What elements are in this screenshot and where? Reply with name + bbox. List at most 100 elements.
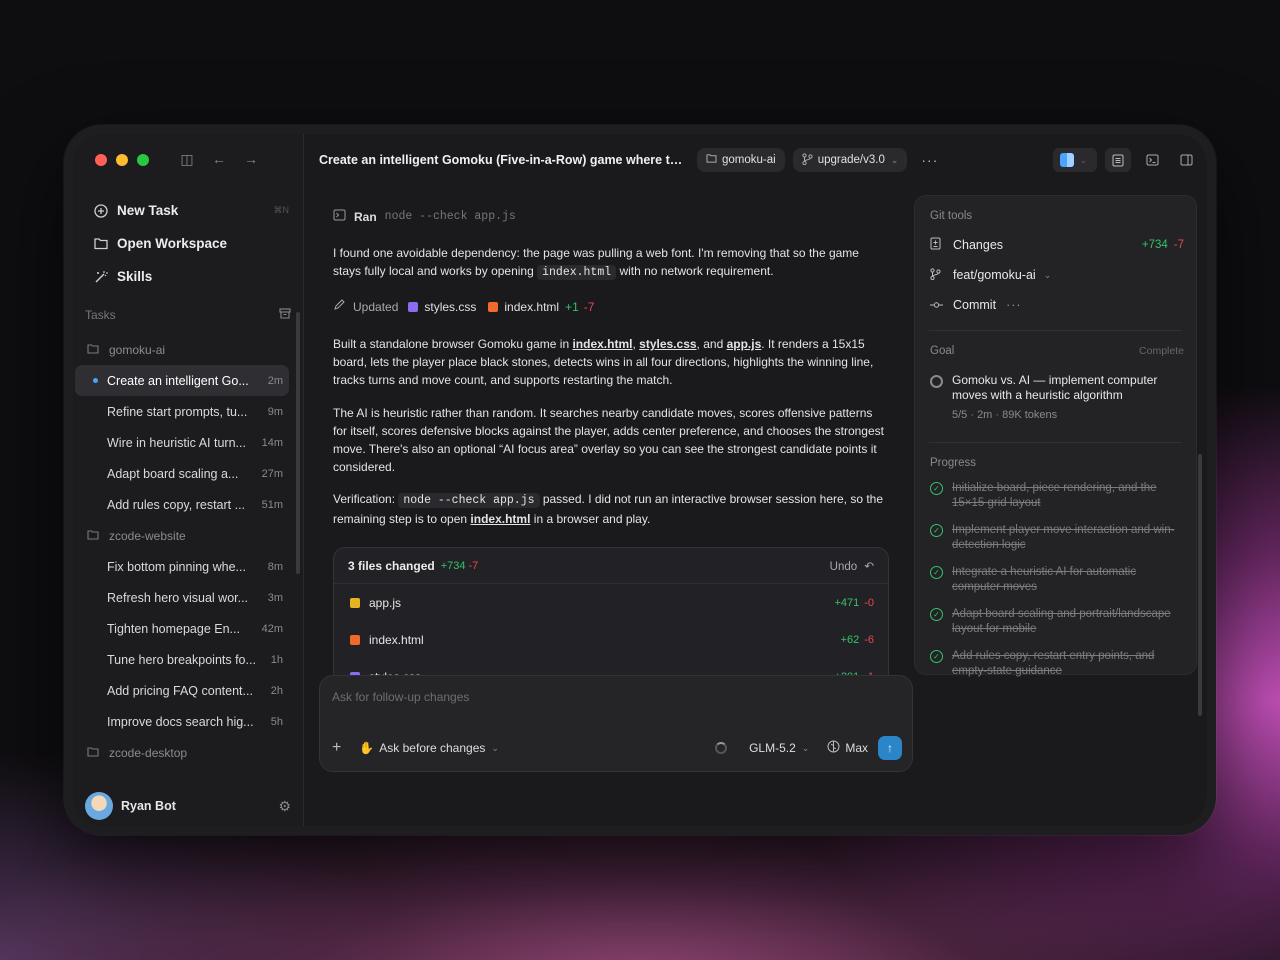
attach-plus-icon[interactable]: +	[332, 739, 341, 757]
finder-icon	[1060, 153, 1074, 167]
lines-deleted: -7	[583, 299, 595, 314]
task-time: 9m	[267, 405, 283, 418]
sidebar-nav: New Task ⌘N Open Workspace Skills	[83, 194, 293, 293]
top-right-tools: ⌄	[1053, 148, 1199, 172]
task-item[interactable]: Improve docs search hig... 5h	[75, 706, 289, 737]
new-task-button[interactable]: New Task ⌘N	[83, 194, 293, 227]
inline-code: node --check app.js	[398, 493, 540, 508]
task-item[interactable]: Wire in heuristic AI turn... 14m	[75, 427, 289, 458]
pencil-icon	[333, 299, 345, 314]
minimize-window-button[interactable]	[116, 154, 128, 166]
file-link[interactable]: index.html	[470, 512, 530, 526]
task-item[interactable]: Tighten homepage En... 42m	[75, 613, 289, 644]
document-panel-icon[interactable]	[1105, 148, 1131, 172]
composer: Ask for follow-up changes + ✋ Ask before…	[319, 675, 913, 772]
follow-up-input[interactable]: Ask for follow-up changes	[332, 690, 469, 704]
task-item[interactable]: Add pricing FAQ content... 2h	[75, 675, 289, 706]
file-link[interactable]: index.html	[572, 337, 632, 351]
goal-item: Gomoku vs. AI — implement computer moves…	[930, 373, 1184, 421]
tasks-label: Tasks	[85, 308, 116, 322]
user-name: Ryan Bot	[121, 799, 176, 813]
task-title: Refresh hero visual wor...	[107, 590, 249, 605]
task-time: 1h	[270, 653, 283, 666]
more-options-icon[interactable]: ···	[921, 152, 938, 168]
task-item[interactable]: Adapt board scaling a... 27m	[75, 458, 289, 489]
main-scrollbar[interactable]	[1198, 454, 1202, 716]
task-item[interactable]: Fix bottom pinning whe... 8m	[75, 551, 289, 582]
message-paragraph-3: The AI is heuristic rather than random. …	[333, 406, 884, 474]
progress-text: Adapt board scaling and portrait/landsca…	[952, 608, 1171, 635]
effort-selector[interactable]: Max	[827, 740, 868, 756]
lines-deleted: -7	[468, 559, 479, 572]
changed-file-row[interactable]: index.html +62 -6	[334, 621, 888, 658]
composer-toolbar: + ✋ Ask before changes ⌄ GLM-5.2 ⌄ Max ↑	[332, 735, 902, 761]
folder-icon	[706, 154, 717, 166]
js-file-icon	[350, 597, 360, 608]
task-item[interactable]: Tune hero breakpoints fo... 1h	[75, 644, 289, 675]
message-paragraph-4: Verification: node --check app.js passed…	[333, 490, 888, 528]
user-profile[interactable]: Ryan Bot ⚙	[85, 792, 291, 820]
mode-selector[interactable]: ✋ Ask before changes ⌄	[359, 741, 499, 755]
sidebar-scrollbar[interactable]	[296, 312, 300, 574]
workspace-chip[interactable]: gomoku-ai	[697, 148, 785, 172]
file-name: index.html	[369, 632, 424, 647]
html-file-icon	[350, 634, 360, 645]
group-zcode-desktop[interactable]: zcode-desktop	[75, 737, 289, 768]
task-title: Add rules copy, restart ...	[107, 497, 246, 512]
branch-row[interactable]: feat/gomoku-ai ⌄	[930, 260, 1184, 290]
sidebar: ◫ ← → New Task ⌘N Open Workspace Skills …	[73, 134, 304, 826]
open-workspace-button[interactable]: Open Workspace	[83, 227, 293, 260]
group-gomoku-ai[interactable]: gomoku-ai	[75, 334, 289, 365]
hand-icon: ✋	[359, 741, 375, 755]
file-link[interactable]: styles.css	[639, 337, 696, 351]
model-selector[interactable]: GLM-5.2 ⌄	[749, 741, 809, 755]
folder-icon	[87, 529, 101, 543]
folder-open-icon	[93, 236, 109, 252]
branch-chip[interactable]: upgrade/v3.0 ⌄	[792, 148, 908, 172]
task-time: 51m	[261, 498, 283, 511]
file-link[interactable]: app.js	[727, 337, 762, 351]
message-paragraph-1: I found one avoidable dependency: the pa…	[333, 244, 888, 282]
close-window-button[interactable]	[95, 154, 107, 166]
progress-item: ✓ Initialize board, piece rendering, and…	[930, 481, 1184, 511]
skills-button[interactable]: Skills	[83, 260, 293, 293]
window-controls: ◫ ← →	[178, 151, 260, 168]
effort-label: Max	[845, 741, 868, 755]
changed-file-row[interactable]: app.js +471 -0	[334, 584, 888, 621]
toggle-sidebar-icon[interactable]: ◫	[178, 151, 196, 168]
updated-file-link[interactable]: styles.css	[424, 300, 476, 314]
undo-button[interactable]: Undo ↶	[830, 559, 874, 573]
task-item[interactable]: Add rules copy, restart ... 51m	[75, 489, 289, 520]
message-paragraph-2: Built a standalone browser Gomoku game i…	[333, 335, 888, 389]
goal-text: Gomoku vs. AI — implement computer moves…	[952, 373, 1158, 402]
commit-row[interactable]: Commit ···	[930, 290, 1184, 320]
updated-file-link[interactable]: index.html	[504, 300, 559, 314]
group-zcode-website[interactable]: zcode-website	[75, 520, 289, 551]
task-time: 3m	[267, 591, 283, 604]
task-item[interactable]: Create an intelligent Go... 2m	[75, 365, 289, 396]
task-item[interactable]: Refresh hero visual wor... 3m	[75, 582, 289, 613]
open-in-finder-button[interactable]: ⌄	[1053, 148, 1097, 172]
task-item[interactable]: Refine start prompts, tu... 9m	[75, 396, 289, 427]
progress-text: Implement player move interaction and wi…	[952, 524, 1175, 551]
task-title: Improve docs search hig...	[107, 714, 254, 729]
top-bar: Create an intelligent Gomoku (Five-in-a-…	[305, 134, 1207, 186]
workspace-name: gomoku-ai	[722, 154, 776, 166]
more-options-icon[interactable]: ···	[1006, 298, 1022, 312]
settings-gear-icon[interactable]: ⚙	[278, 798, 291, 815]
maximize-window-button[interactable]	[137, 154, 149, 166]
back-arrow-icon[interactable]: ←	[210, 151, 228, 168]
task-time: 27m	[261, 467, 283, 480]
lines-added: +1	[565, 299, 579, 314]
lines-added: +471	[834, 596, 860, 609]
forward-arrow-icon[interactable]: →	[242, 151, 260, 168]
git-tools-section: Git tools Changes +734 -7 feat/gomoku-ai…	[930, 210, 1184, 320]
send-button[interactable]: ↑	[878, 736, 902, 760]
ran-label: Ran	[354, 209, 377, 224]
terminal-icon[interactable]	[1139, 148, 1165, 172]
archive-icon[interactable]	[279, 308, 291, 322]
changes-row[interactable]: Changes +734 -7	[930, 230, 1184, 260]
active-dot	[93, 378, 98, 383]
toggle-right-panel-icon[interactable]	[1173, 148, 1199, 172]
task-time: 5h	[270, 715, 283, 728]
